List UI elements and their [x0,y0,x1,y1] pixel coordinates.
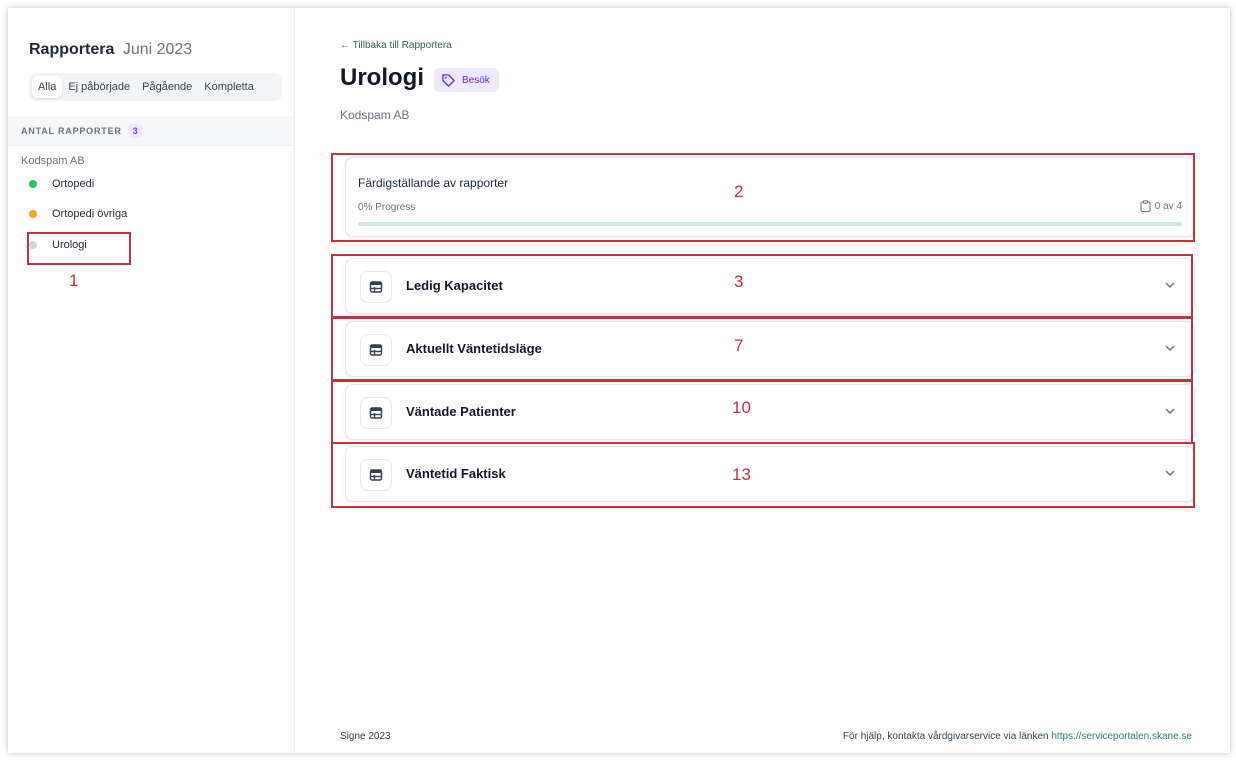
progress-title: Färdigställande av rapporter [358,176,509,190]
tag-label: Besök [462,74,490,86]
calendar-icon [360,459,392,491]
report-count-badge: 3 [127,123,143,138]
annotation-number-13: 13 [732,465,751,484]
sidebar-item-ortopedi[interactable]: Ortopedi [29,178,94,190]
sidebar-month: Juni 2023 [122,41,193,58]
status-dot-icon [29,210,37,218]
progress-count-label: 0 av 4 [1154,200,1182,212]
sidebar-title-label: Rapportera [29,41,115,58]
page-title: Urologi [340,64,424,91]
chevron-down-icon[interactable] [1164,279,1176,291]
footer-help-text: För hjälp, kontakta vårdgivarservice via… [842,731,1049,742]
sidebar: Rapportera Juni 2023 Alla Ej påbörjade P… [8,8,295,753]
section-title: Ledig Kapacitet [406,278,503,293]
progress-text: 0% Progress [358,202,416,213]
progress-bar [358,222,1182,226]
page-subtitle: Kodspam AB [340,108,410,122]
chevron-down-icon[interactable] [1164,405,1176,417]
calendar-icon [360,397,392,429]
report-count-label: ANTAL RAPPORTER [21,125,122,136]
filter-tab-pagaende[interactable]: Pågående [136,76,198,98]
filter-tab-alla[interactable]: Alla [32,76,63,98]
sidebar-item-label: Ortopedi [52,178,95,190]
sidebar-item-urologi[interactable]: Urologi [29,239,87,251]
footer-help: För hjälp, kontakta vårdgivarservice via… [843,731,1192,742]
sidebar-org-name: Kodspam AB [21,155,85,167]
annotation-number-2: 2 [734,182,744,201]
clipboard-icon [1140,200,1151,212]
annotation-number-7: 7 [734,336,744,355]
annotation-number-1: 1 [69,271,79,290]
sidebar-item-label: Ortopedi övriga [52,208,128,220]
progress-count: 0 av 4 [1140,200,1182,212]
annotation-number-10: 10 [732,398,751,417]
sidebar-item-ortopedi-ovriga[interactable]: Ortopedi övriga [29,208,127,220]
footer-help-link[interactable]: https://serviceportalen.skane.se [1051,731,1192,742]
annotation-number-3: 3 [734,272,744,291]
calendar-icon [360,271,392,303]
section-title: Väntade Patienter [406,404,516,419]
report-count-bar: ANTAL RAPPORTER 3 [8,116,294,146]
category-tag: Besök [434,68,499,92]
sidebar-title: Rapportera Juni 2023 [29,41,192,59]
calendar-icon [360,334,392,366]
tag-icon [442,73,455,87]
progress-card: Färdigställande av rapporter 0% Progress… [345,157,1195,237]
section-vantade-patienter[interactable]: Väntade Patienter [345,384,1195,440]
chevron-down-icon[interactable] [1164,342,1176,354]
status-filter-tabs: Alla Ej påbörjade Pågående Kompletta [29,73,282,101]
sidebar-item-label: Urologi [52,239,87,251]
status-dot-icon [29,180,37,188]
section-title: Aktuellt Väntetidsläge [406,341,542,356]
filter-tab-kompletta[interactable]: Kompletta [198,76,260,98]
section-vantetid-faktisk[interactable]: Väntetid Faktisk [345,446,1195,502]
footer-copyright: Signe 2023 [340,731,391,742]
chevron-down-icon[interactable] [1164,467,1176,479]
app-window: Rapportera Juni 2023 Alla Ej påbörjade P… [8,8,1230,753]
status-dot-icon [29,241,37,249]
section-title: Väntetid Faktisk [406,466,506,481]
section-aktuellt-vantetidslage[interactable]: Aktuellt Väntetidsläge [345,321,1195,377]
back-link[interactable]: ← Tillbaka till Rapportera [340,40,452,51]
section-ledig-kapacitet[interactable]: Ledig Kapacitet [345,258,1195,314]
filter-tab-ej-paborjade[interactable]: Ej påbörjade [62,76,136,98]
